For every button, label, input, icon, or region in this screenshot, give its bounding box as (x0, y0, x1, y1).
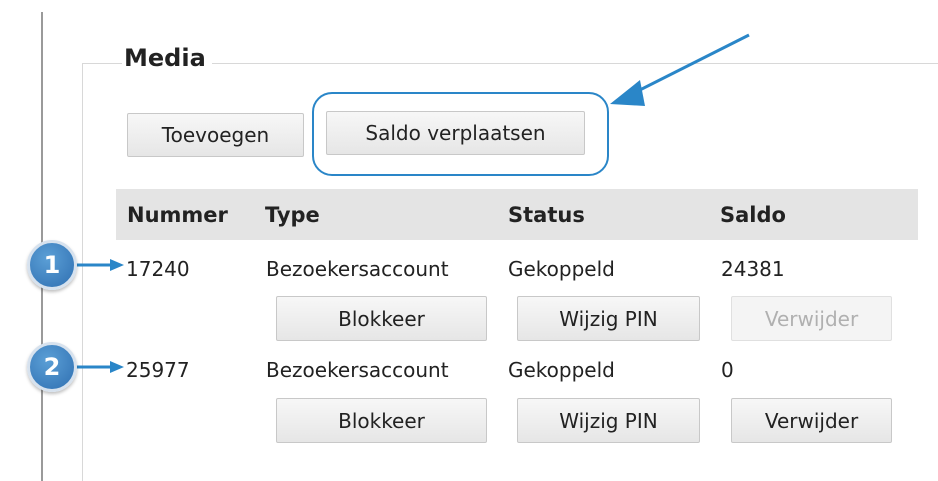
marker1-arrowhead (110, 259, 124, 271)
step-marker-1: 1 (27, 240, 77, 290)
pointer-arrowhead (610, 80, 645, 106)
step-marker-2: 2 (27, 342, 77, 392)
annotation-arrows (74, 33, 750, 373)
marker2-arrowhead (110, 361, 124, 373)
pointer-arrow-line (627, 33, 750, 98)
